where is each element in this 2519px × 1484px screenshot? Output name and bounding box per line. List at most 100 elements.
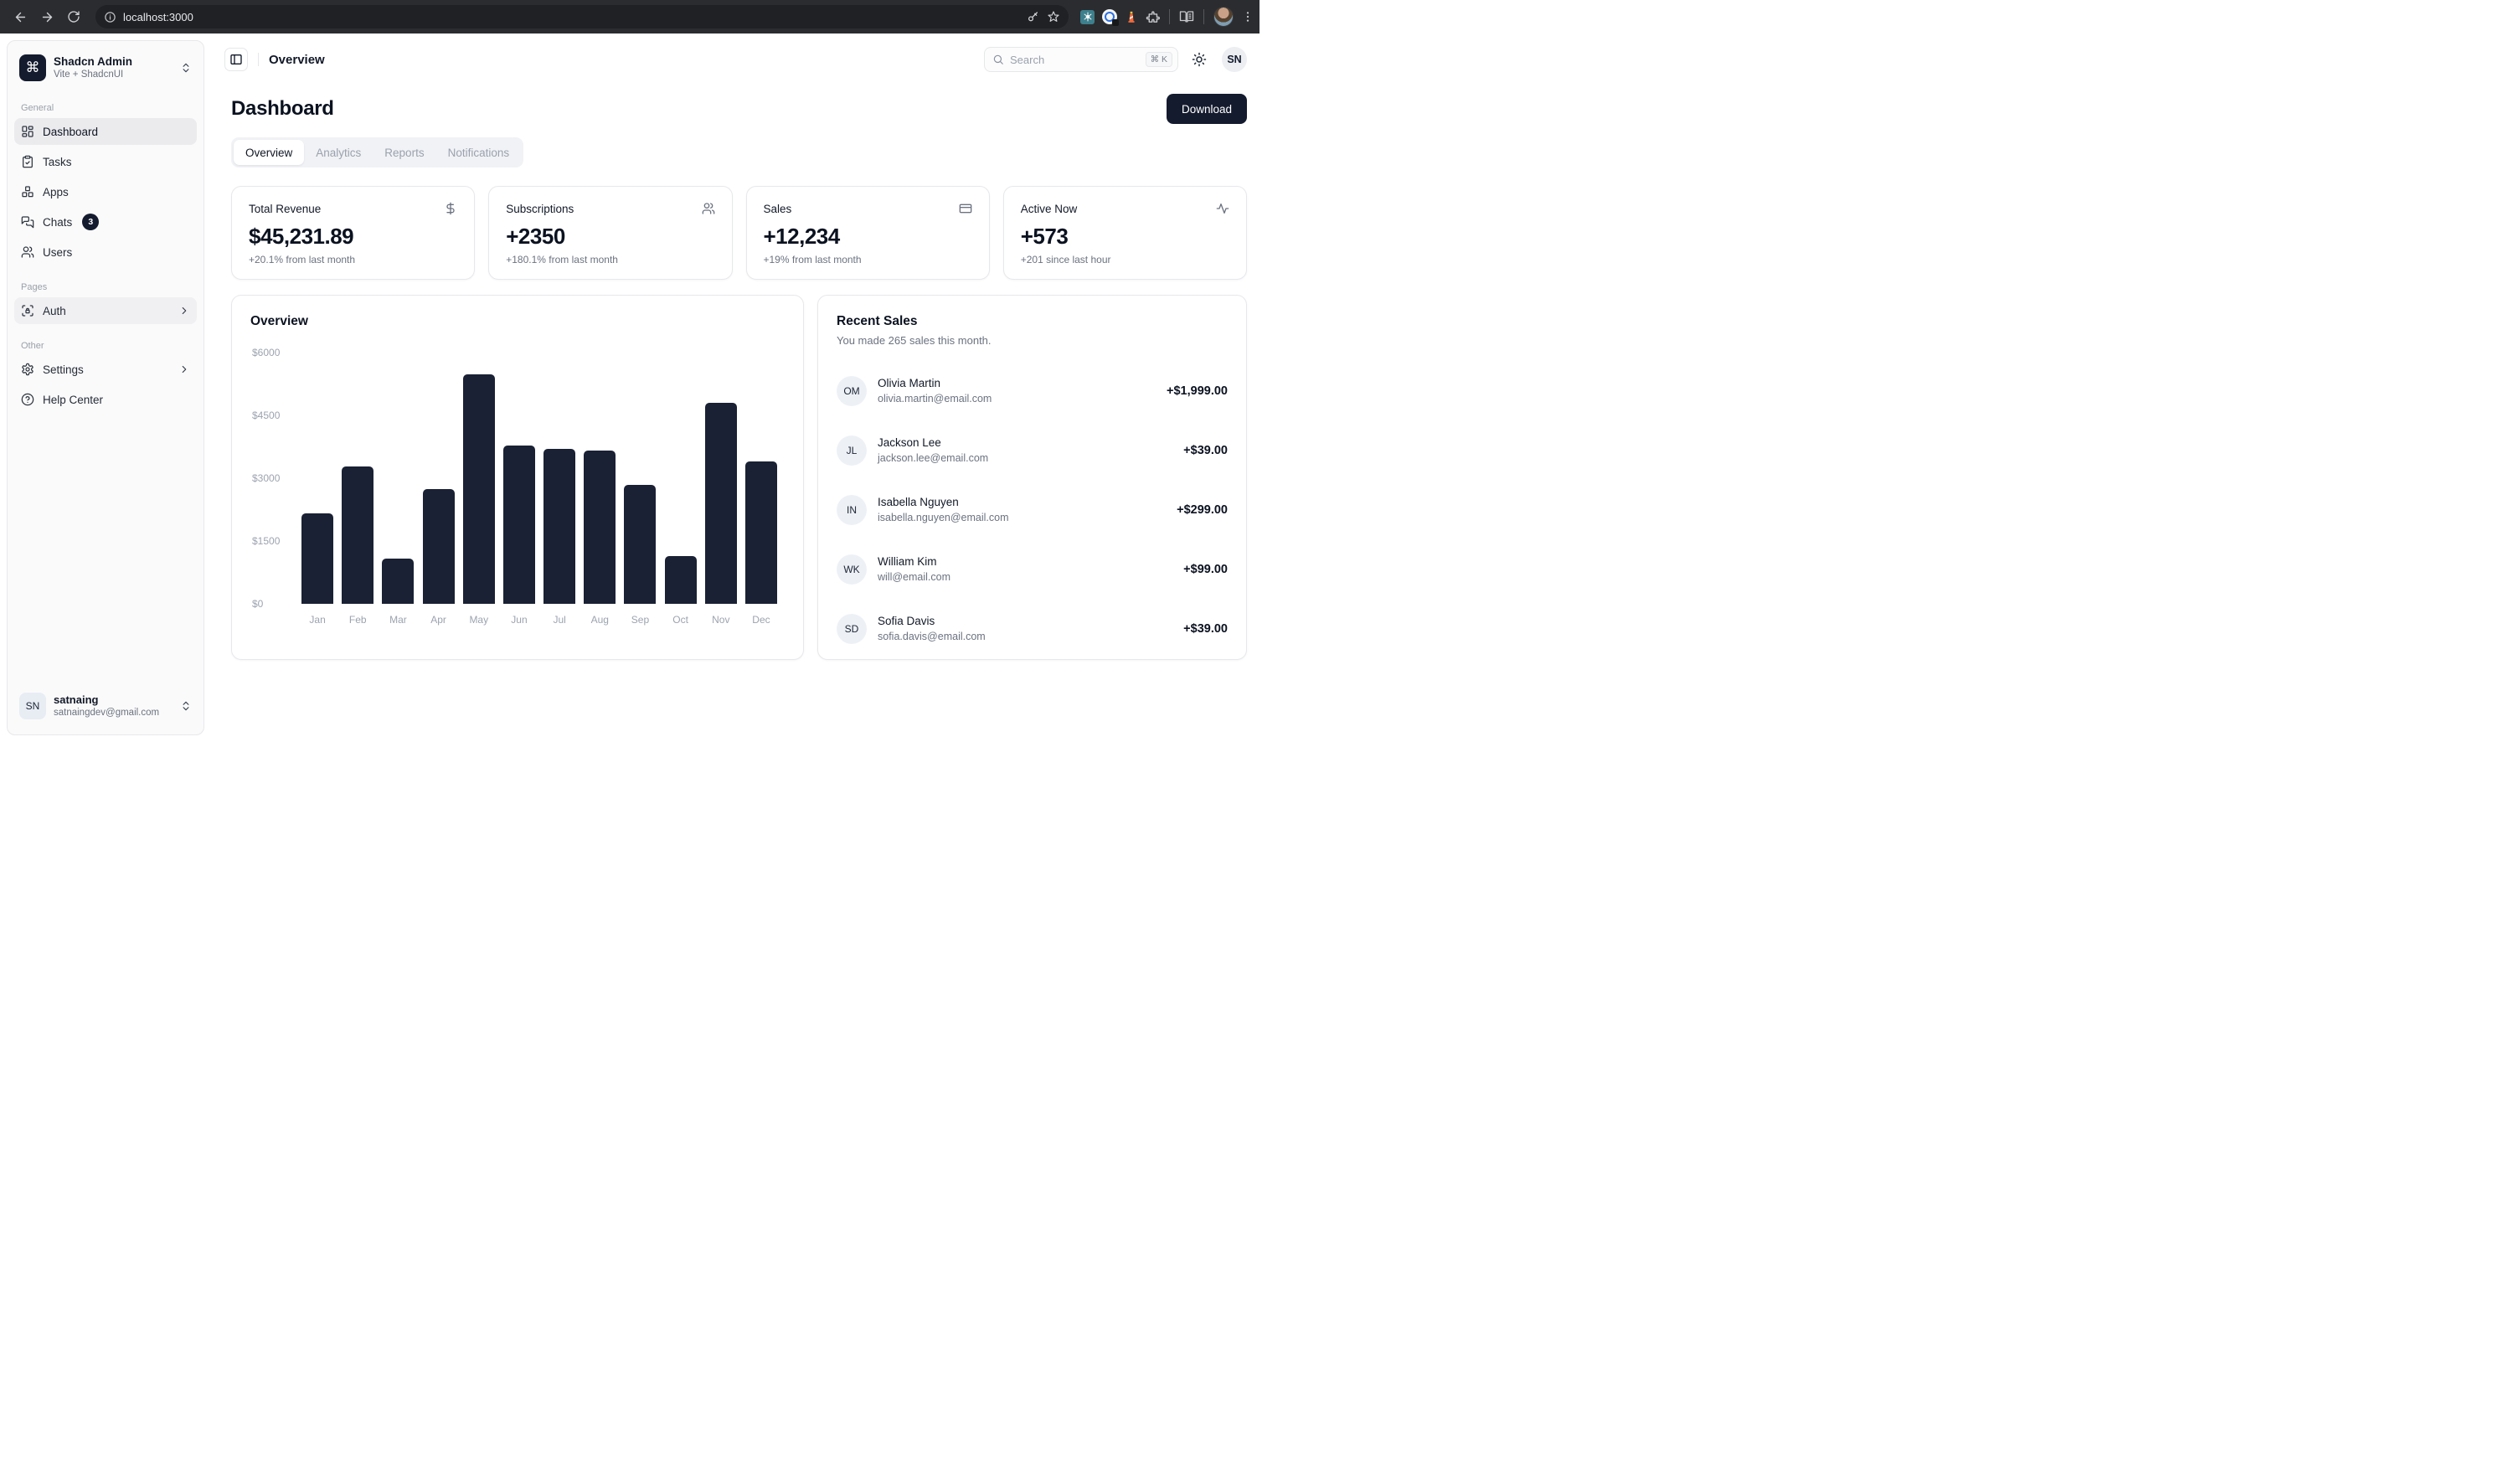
breadcrumb: Overview	[269, 53, 325, 67]
sidebar-item-label: Tasks	[43, 156, 72, 168]
section-label: Pages	[14, 282, 197, 292]
tab-overview[interactable]: Overview	[234, 140, 304, 165]
stat-title: Subscriptions	[506, 203, 574, 215]
search-field[interactable]	[1010, 54, 1140, 66]
sale-amount: +$39.00	[1183, 622, 1228, 636]
sale-email: sofia.davis@email.com	[878, 630, 1172, 644]
header-avatar-button[interactable]: SN	[1222, 47, 1247, 72]
tab-analytics[interactable]: Analytics	[304, 140, 373, 165]
sidebar-item-tasks[interactable]: Tasks	[14, 148, 197, 175]
lighthouse-icon[interactable]	[1125, 10, 1138, 24]
recent-sales-title: Recent Sales	[837, 314, 1228, 329]
chart-column-feb: Feb	[337, 353, 378, 627]
chart-column-apr: Apr	[419, 353, 459, 627]
sidebar-item-label: Chats	[43, 216, 72, 229]
sidebar-item-chats[interactable]: Chats3	[14, 209, 197, 235]
stat-card-subscriptions: Subscriptions +2350 +180.1% from last mo…	[488, 186, 732, 280]
key-icon[interactable]	[1027, 10, 1040, 23]
sidebar-toggle-button[interactable]	[224, 48, 248, 71]
search-shortcut-kbd: ⌘ K	[1146, 52, 1172, 67]
team-switcher[interactable]: ⌘ Shadcn Admin Vite + ShadcnUI	[14, 49, 197, 86]
theme-toggle-button[interactable]	[1187, 47, 1212, 72]
reload-icon[interactable]	[62, 5, 85, 28]
sidebar-item-label: Dashboard	[43, 126, 98, 138]
profile-avatar[interactable]	[1213, 7, 1234, 27]
search-input[interactable]: ⌘ K	[984, 47, 1178, 72]
reading-list-icon[interactable]	[1179, 9, 1194, 24]
sale-amount: +$39.00	[1183, 444, 1228, 457]
activity-icon	[1216, 202, 1229, 215]
sale-avatar: SD	[837, 614, 867, 644]
sale-avatar: OM	[837, 376, 867, 406]
bar-may	[463, 374, 495, 604]
user-avatar: SN	[19, 693, 46, 719]
password-manager-icon[interactable]	[1102, 9, 1117, 24]
stat-card-total-revenue: Total Revenue $45,231.89 +20.1% from las…	[231, 186, 475, 280]
tab-notifications[interactable]: Notifications	[436, 140, 522, 165]
bar-jun	[503, 446, 535, 604]
stat-card-sales: Sales +12,234 +19% from last month	[746, 186, 990, 280]
sale-name: Olivia Martin	[878, 376, 1156, 391]
user-name: satnaing	[54, 693, 173, 707]
sidebar-item-label: Settings	[43, 363, 84, 376]
stat-title: Total Revenue	[249, 203, 321, 215]
chevrons-up-down-icon	[180, 62, 192, 74]
sale-row: IN Isabella Nguyen isabella.nguyen@email…	[837, 486, 1228, 534]
url-text[interactable]: localhost:3000	[123, 11, 1020, 23]
sidebar-item-auth[interactable]: Auth	[14, 297, 197, 324]
sale-amount: +$99.00	[1183, 563, 1228, 576]
chart-column-jul: Jul	[539, 353, 580, 627]
stat-title: Active Now	[1021, 203, 1078, 215]
sidebar-item-apps[interactable]: Apps	[14, 178, 197, 205]
section-label: Other	[14, 341, 197, 351]
forward-icon[interactable]	[35, 5, 59, 28]
stat-value: +573	[1021, 224, 1229, 250]
x-axis-tick-label: Oct	[672, 604, 688, 627]
tab-reports[interactable]: Reports	[373, 140, 435, 165]
sidebar-item-users[interactable]: Users	[14, 239, 197, 265]
chart-column-dec: Dec	[741, 353, 781, 627]
y-axis-tick-label: $1500	[252, 535, 280, 547]
bookmark-star-icon[interactable]	[1047, 10, 1060, 23]
recent-sales-card: Recent Sales You made 265 sales this mon…	[817, 295, 1247, 660]
sidebar-item-label: Apps	[43, 186, 69, 198]
sale-email: olivia.martin@email.com	[878, 392, 1156, 406]
app-root: ⌘ Shadcn Admin Vite + ShadcnUI General Da…	[0, 33, 1260, 742]
chart-column-mar: Mar	[378, 353, 418, 627]
command-icon: ⌘	[19, 54, 46, 81]
stat-title: Sales	[764, 203, 792, 215]
bar-apr	[423, 489, 455, 604]
sidebar-item-label: Auth	[43, 305, 66, 317]
x-axis-tick-label: Apr	[430, 604, 446, 627]
sidebar-item-help-center[interactable]: Help Center	[14, 386, 197, 413]
section-label: General	[14, 103, 197, 113]
sidebar-item-dashboard[interactable]: Dashboard	[14, 118, 197, 145]
user-email: satnaingdev@gmail.com	[54, 707, 173, 719]
users-icon	[21, 245, 34, 259]
back-icon[interactable]	[8, 5, 32, 28]
auth-lock-scan-icon	[21, 304, 34, 317]
address-bar[interactable]: localhost:3000	[95, 5, 1069, 28]
sidebar-item-label: Users	[43, 246, 72, 259]
sale-amount: +$299.00	[1177, 503, 1228, 517]
sale-avatar: IN	[837, 495, 867, 525]
sidebar-user-menu[interactable]: SN satnaing satnaingdev@gmail.com	[14, 688, 197, 724]
stat-cards-row: Total Revenue $45,231.89 +20.1% from las…	[231, 186, 1247, 280]
sidebar: ⌘ Shadcn Admin Vite + ShadcnUI General Da…	[7, 40, 204, 735]
help-icon	[21, 393, 34, 406]
teal-extension-icon[interactable]	[1080, 10, 1095, 24]
bar-mar	[382, 559, 414, 604]
sidebar-item-settings[interactable]: Settings	[14, 356, 197, 383]
download-button[interactable]: Download	[1167, 94, 1247, 124]
apps-icon	[21, 185, 34, 198]
y-axis-tick-label: $4500	[252, 410, 280, 421]
bar-jan	[301, 513, 333, 604]
stat-delta: +201 since last hour	[1021, 254, 1229, 265]
menu-dots-icon[interactable]	[1241, 10, 1254, 23]
sidebar-nav: General Dashboard Tasks Apps Chats3 Users Page…	[14, 86, 197, 688]
app-header: Overview ⌘ K SN	[224, 45, 1247, 74]
bar-feb	[342, 466, 373, 604]
puzzle-icon[interactable]	[1146, 10, 1160, 24]
info-icon[interactable]	[104, 11, 116, 23]
stat-delta: +19% from last month	[764, 254, 972, 265]
